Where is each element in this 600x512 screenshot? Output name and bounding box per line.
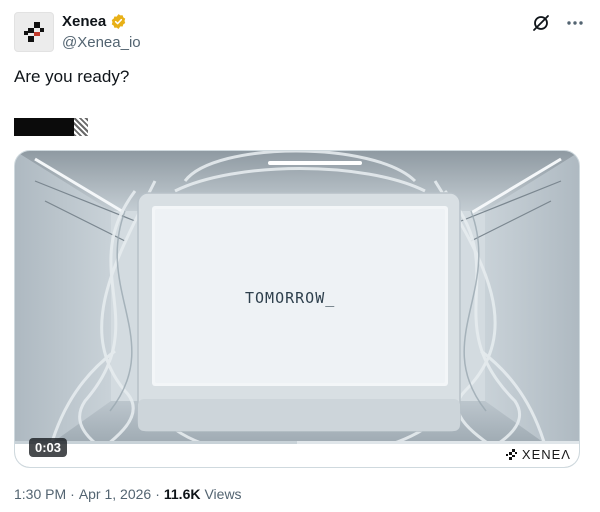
views-count[interactable]: 11.6K xyxy=(164,486,201,502)
author-names: Xenea @Xenea_io xyxy=(62,10,141,53)
video-frame-image xyxy=(15,151,579,467)
avatar[interactable] xyxy=(14,12,54,52)
redaction-bar xyxy=(14,118,74,136)
header-actions xyxy=(530,12,586,34)
tweet-text: Are you ready? xyxy=(14,67,130,86)
meta-separator: · xyxy=(155,486,160,502)
post-date[interactable]: Apr 1, 2026 xyxy=(79,486,151,502)
redacted-text-block xyxy=(14,118,88,136)
video-controls xyxy=(15,441,579,467)
video-player[interactable]: TOMORROW_ 0:03 XENEΛ xyxy=(14,150,580,468)
screen-text: TOMORROW_ xyxy=(245,289,336,307)
display-name[interactable]: Xenea xyxy=(62,13,106,30)
tweet-meta: 1:30 PM · Apr 1, 2026 · 11.6K Views xyxy=(14,486,242,502)
tweet-header: Xenea @Xenea_io xyxy=(14,10,586,56)
watermark-text: XENEΛ xyxy=(521,447,571,462)
video-watermark: XENEΛ xyxy=(505,447,571,462)
verified-badge-icon[interactable] xyxy=(110,13,127,30)
handle[interactable]: @Xenea_io xyxy=(62,33,141,53)
video-time-badge: 0:03 xyxy=(29,438,68,457)
views-label: Views xyxy=(204,486,242,502)
post-time[interactable]: 1:30 PM xyxy=(14,486,66,502)
xenea-logo-icon xyxy=(505,448,517,460)
progress-track[interactable] xyxy=(15,441,579,444)
redaction-dither xyxy=(74,118,88,136)
meta-separator: · xyxy=(70,486,75,502)
slashed-circle-icon[interactable] xyxy=(530,12,552,34)
xenea-logo-icon xyxy=(24,22,44,42)
more-horizontal-icon[interactable] xyxy=(564,12,586,34)
